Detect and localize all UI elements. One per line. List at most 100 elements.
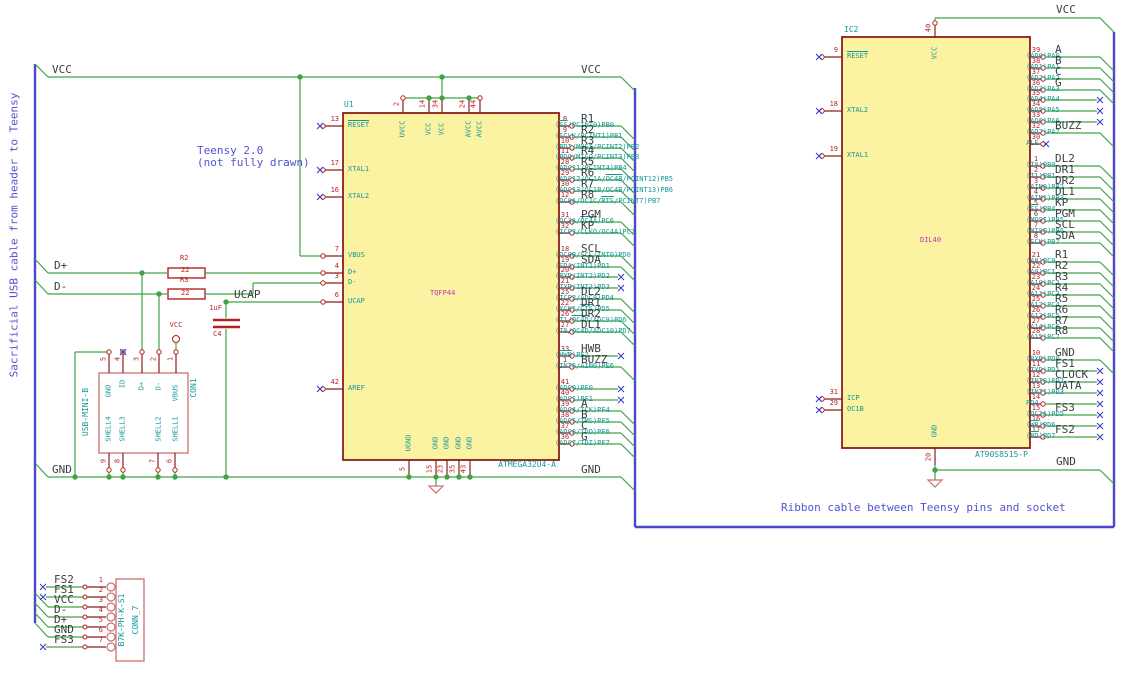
wire[interactable] (1099, 187, 1115, 203)
junction-dot (155, 474, 161, 480)
wire[interactable] (1099, 165, 1115, 181)
pin-end-circle (156, 349, 162, 355)
net-label[interactable]: FS3 (54, 634, 74, 645)
net-label[interactable]: VCC (581, 64, 601, 75)
component-ref[interactable]: CON1 (189, 378, 198, 397)
net-label[interactable]: SDA (581, 254, 601, 265)
pin-end-circle (82, 604, 88, 610)
wire[interactable] (34, 63, 49, 78)
component-value: 22 (181, 289, 190, 297)
wire[interactable] (620, 476, 636, 492)
wire[interactable] (620, 76, 636, 92)
ground-symbol (427, 485, 445, 494)
wire[interactable] (1099, 56, 1115, 72)
wire[interactable] (1099, 261, 1115, 277)
net-label[interactable]: KP (581, 220, 594, 231)
wire[interactable] (620, 443, 636, 459)
pin-end-circle (173, 349, 179, 355)
pin-end-circle (106, 612, 116, 622)
component-ref[interactable]: ATMEGA32U4-A (498, 461, 556, 469)
wire[interactable] (1099, 231, 1115, 247)
pin-end-circle (120, 467, 126, 473)
note-text[interactable]: Teensy 2.0 (197, 145, 263, 156)
wire[interactable] (620, 366, 636, 382)
wire[interactable] (1099, 283, 1115, 299)
pin-number: 3 (132, 356, 141, 362)
net-label[interactable]: G (1055, 77, 1062, 88)
u1-body[interactable] (342, 112, 560, 461)
pin-end-circle (106, 349, 112, 355)
net-label[interactable]: D+ (54, 260, 67, 271)
junction-dot (456, 474, 462, 480)
net-label[interactable]: D- (54, 281, 67, 292)
junction-dot (406, 474, 412, 480)
wire[interactable] (1099, 17, 1115, 33)
wire[interactable] (620, 432, 636, 448)
wire[interactable] (1099, 316, 1115, 332)
wire[interactable] (1099, 220, 1115, 236)
wire[interactable] (1099, 67, 1115, 83)
net-label[interactable]: SDA (1055, 230, 1075, 241)
pin-name: GND (442, 436, 451, 450)
note-text[interactable]: Sacrificial USB cable from header to Tee… (8, 93, 21, 378)
component-ref[interactable]: IC2 (844, 26, 858, 34)
wire[interactable] (620, 125, 636, 141)
pin-name: (RD)PD7 (1026, 432, 1056, 440)
component-value: 22 (181, 266, 190, 274)
component-ref[interactable]: AT90S8515-P (975, 451, 1028, 459)
net-label[interactable]: GND (581, 464, 601, 475)
net-label[interactable]: DL1 (581, 319, 601, 330)
component-footprint: TQFP44 (430, 289, 456, 297)
wire[interactable] (1099, 469, 1115, 485)
wire[interactable] (1099, 272, 1115, 288)
wire[interactable] (620, 421, 636, 437)
component-ref[interactable]: CONN_7 (131, 606, 140, 635)
net-label[interactable]: R8 (1055, 325, 1068, 336)
component-ref[interactable]: USB-MINI-B (81, 388, 90, 436)
net-label[interactable]: BUZZ (1055, 120, 1082, 131)
junction-dot (172, 474, 178, 480)
wire[interactable] (34, 462, 49, 478)
net-label[interactable]: R8 (581, 189, 594, 200)
wire[interactable] (34, 258, 49, 274)
net-label[interactable]: BUZZ (581, 354, 608, 365)
note-text[interactable]: (not fully drawn) (197, 157, 310, 168)
net-label[interactable]: G (581, 431, 588, 442)
wire[interactable] (1099, 294, 1115, 310)
junction-dot (932, 467, 938, 473)
wire[interactable] (620, 298, 636, 314)
wire[interactable] (1099, 305, 1115, 321)
net-label[interactable]: VCC (1056, 4, 1076, 15)
net-label[interactable]: FS3 (1055, 402, 1075, 413)
wire[interactable] (1099, 132, 1115, 148)
pin-number: 31 (829, 388, 838, 396)
wire[interactable] (1099, 78, 1115, 94)
no-connect-x (617, 273, 625, 281)
note-text[interactable]: Ribbon cable between Teensy pins and soc… (781, 502, 1066, 513)
net-label[interactable]: VCC (52, 64, 72, 75)
pin-number: 34 (431, 99, 440, 109)
pin-name: VCC (424, 122, 433, 136)
wire[interactable] (34, 279, 49, 295)
component-ref[interactable]: U1 (344, 101, 354, 109)
wire[interactable] (1099, 209, 1115, 225)
pin-number: 2 (392, 101, 401, 107)
net-label[interactable]: UCAP (234, 289, 261, 300)
wire[interactable] (1099, 198, 1115, 214)
pin-number: 3 (98, 596, 103, 604)
pin-number: 5 (98, 616, 103, 624)
net-label[interactable]: GND (1056, 456, 1076, 467)
pin-number: 6 (165, 458, 174, 464)
net-label[interactable]: FS2 (1055, 424, 1075, 435)
wire[interactable] (1099, 242, 1115, 258)
pin-name: GND (104, 384, 113, 398)
component-ref[interactable]: B7K-PH-K-S1 (117, 594, 126, 647)
pin-number: 23 (436, 464, 445, 474)
pin-name: UCAP (348, 297, 365, 305)
wire[interactable] (1099, 359, 1115, 375)
wire[interactable] (620, 410, 636, 426)
pin-name: XTAL2 (847, 106, 869, 114)
net-label[interactable]: DATA (1055, 380, 1082, 391)
wire[interactable] (1099, 176, 1115, 192)
net-label[interactable]: GND (52, 464, 72, 475)
